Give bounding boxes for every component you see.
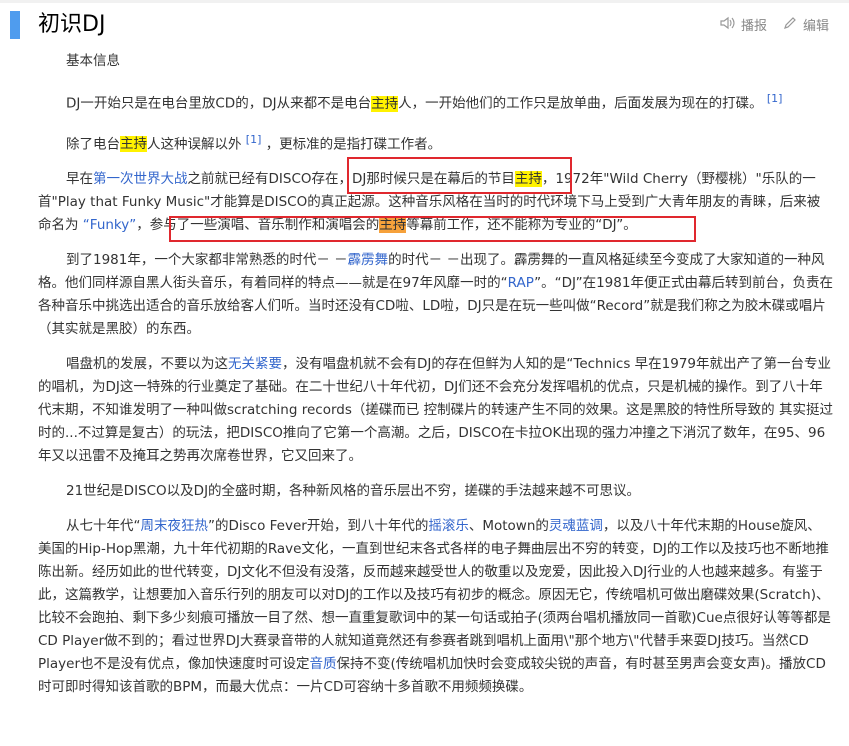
- link-breakdance[interactable]: 霹雳舞: [348, 252, 389, 268]
- link-funky[interactable]: “Funky”: [83, 217, 136, 233]
- highlight-term: 主持: [120, 136, 147, 152]
- edit-label: 编辑: [802, 19, 829, 34]
- paragraph-1: DJ一开始只是在电台里放CD的，DJ从来都不是电台主持人，一开始他们的工作只是放…: [38, 87, 833, 116]
- paragraph-6: 21世纪是DISCO以及DJ的全盛时期，各种新风格的音乐层出不穷，搓碟的手法越来…: [66, 483, 641, 499]
- p3-text-a: 早在: [66, 171, 93, 187]
- paragraph-7: 从七十年代“周末夜狂热”的Disco Fever开始，到八十年代的摇滚乐、Mot…: [38, 515, 833, 699]
- speaker-icon: [720, 16, 735, 34]
- p1-text: DJ一开始只是在电台里放CD的，DJ从来都不是电台: [66, 95, 372, 112]
- p2-text-c: ，更标准的是指打碟工作者。: [265, 136, 442, 152]
- report-label: 播报: [740, 19, 767, 34]
- p5-text-b: ，没有唱盘机就不会有DJ的存在但鲜为人知的是“Technics 早在1979年就…: [38, 356, 833, 464]
- p1-tail: 人，一开始他们的工作只是放单曲，后面发展为现在的打碟。: [398, 95, 763, 112]
- p5-text-a: 唱盘机的发展，不要以为这: [66, 356, 228, 372]
- link-rap[interactable]: RAP: [508, 275, 534, 291]
- page-title: 初识DJ: [38, 12, 106, 37]
- p7-text-d: ，以及八十年代末期的House旋风、美国的Hip-Hop黑潮，九十年代初期的Ra…: [38, 518, 831, 672]
- p2-text-a: 除了电台: [66, 136, 120, 152]
- citation-link[interactable]: [1]: [767, 92, 783, 105]
- section-label: 基本信息: [66, 53, 120, 69]
- p7-text-c: 、Motown的: [468, 518, 549, 534]
- annotation-box-1: [347, 157, 572, 194]
- link-soul[interactable]: 灵魂蓝调: [549, 518, 603, 534]
- paragraph-2: 除了电台主持人这种误解以外 [1] ，更标准的是指打碟工作者。: [38, 128, 833, 157]
- p4-text-a: 到了1981年，一个大家都非常熟悉的时代－ －: [66, 252, 348, 268]
- paragraph-5: 唱盘机的发展，不要以为这无关紧要，没有唱盘机就不会有DJ的存在但鲜为人知的是“T…: [38, 353, 833, 468]
- edit-button[interactable]: 编辑: [783, 15, 829, 34]
- top-divider: [0, 0, 849, 3]
- link-sound-quality[interactable]: 音质: [310, 656, 337, 672]
- link-rock[interactable]: 摇滚乐: [428, 518, 469, 534]
- report-button[interactable]: 播报: [720, 15, 767, 34]
- link-ww1[interactable]: 第一次世界大战: [93, 171, 188, 187]
- highlight-term: 主持: [371, 95, 399, 112]
- article-body: 基本信息 DJ一开始只是在电台里放CD的，DJ从来都不是电台主持人，一开始他们的…: [38, 50, 833, 711]
- p7-text-b: ”的Disco Fever开始，到八十年代的: [208, 518, 429, 534]
- p7-text-a: 从七十年代“: [66, 518, 141, 534]
- link-saturday-night-fever[interactable]: 周末夜狂热: [141, 518, 209, 534]
- citation-link[interactable]: [1]: [246, 133, 262, 146]
- paragraph-4: 到了1981年，一个大家都非常熟悉的时代－ －霹雳舞的时代－ －出现了。霹雳舞的…: [38, 249, 833, 341]
- annotation-box-2: [169, 216, 696, 242]
- title-actions: 播报 编辑: [720, 15, 829, 34]
- title-accent-bar: [10, 11, 20, 39]
- pencil-icon: [783, 16, 797, 34]
- p2-text-b: 人这种误解以外: [147, 136, 242, 152]
- link-irrelevant[interactable]: 无关紧要: [228, 356, 282, 372]
